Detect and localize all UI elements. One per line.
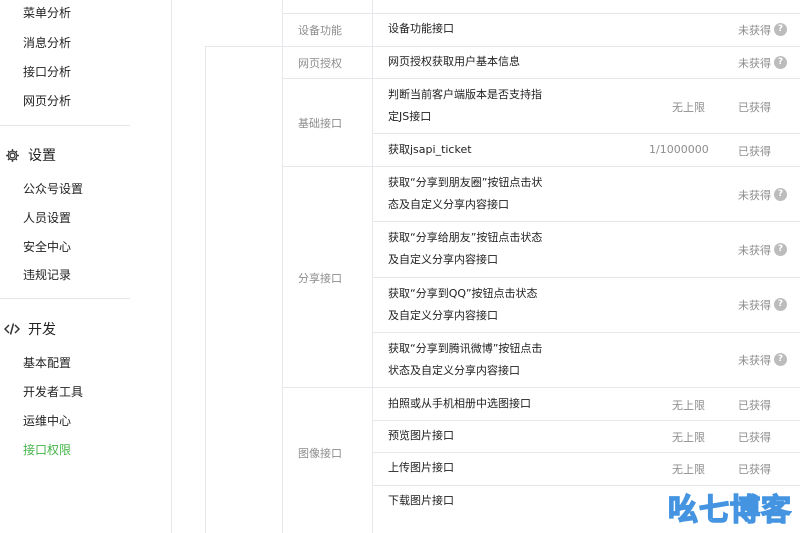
- table-border: [205, 46, 206, 533]
- row-divider: [372, 277, 800, 278]
- api-permission-table: 设备功能 设备功能接口 未获得 ? 网页授权 网页授权获取用户基本信息 未获得 …: [172, 0, 800, 533]
- status-text: 已获得: [738, 463, 771, 476]
- api-name: 获取“分享到QQ”按钮点击状态 及自定义分享内容接口: [388, 287, 538, 322]
- category-image: 图像接口: [298, 447, 342, 460]
- api-name: 设备功能接口: [388, 22, 454, 35]
- api-name: 网页授权获取用户基本信息: [388, 55, 520, 68]
- row-divider: [372, 332, 800, 333]
- nav-api-analysis[interactable]: 接口分析: [23, 63, 71, 80]
- develop-label: 开发: [28, 322, 56, 338]
- watermark-logo: 吆七博客: [667, 492, 792, 529]
- status-text: 已获得: [738, 101, 771, 114]
- develop-section-header[interactable]: 开发: [4, 319, 56, 339]
- row-divider: [282, 13, 800, 14]
- settings-label: 设置: [28, 148, 56, 164]
- api-name: 获取“分享到朋友圈”按钮点击状 态及自定义分享内容接口: [388, 176, 543, 211]
- table-border: [372, 0, 373, 533]
- nav-ops-center[interactable]: 运维中心: [23, 412, 71, 429]
- api-name: 获取jsapi_ticket: [388, 143, 472, 156]
- status-text: 未获得: [738, 354, 771, 367]
- help-icon[interactable]: ?: [774, 298, 787, 311]
- help-icon[interactable]: ?: [774, 23, 787, 36]
- status-text: 未获得: [738, 189, 771, 202]
- limit-text: 无上限: [672, 101, 705, 114]
- divider: [0, 298, 130, 299]
- nav-account-settings[interactable]: 公众号设置: [23, 180, 83, 197]
- gear-icon: [4, 147, 20, 163]
- nav-message-analysis[interactable]: 消息分析: [23, 34, 71, 51]
- help-icon[interactable]: ?: [774, 353, 787, 366]
- row-divider: [372, 420, 800, 421]
- code-icon: [4, 321, 20, 337]
- category-basic: 基础接口: [298, 117, 342, 130]
- status-text: 未获得: [738, 24, 771, 37]
- table-border: [282, 0, 283, 533]
- row-divider: [282, 387, 800, 388]
- row-divider: [282, 166, 800, 167]
- limit-text: 1/1000000: [649, 143, 709, 156]
- limit-text: 无上限: [672, 431, 705, 444]
- row-divider: [282, 78, 800, 79]
- status-text: 未获得: [738, 57, 771, 70]
- category-device: 设备功能: [298, 24, 342, 37]
- status-text: 已获得: [738, 399, 771, 412]
- status-text: 未获得: [738, 299, 771, 312]
- nav-basic-config[interactable]: 基本配置: [23, 354, 71, 371]
- sidebar: 菜单分析 消息分析 接口分析 网页分析 设置 公众号设置 人员设置 安全中心 违…: [0, 0, 172, 533]
- api-name: 上传图片接口: [388, 461, 454, 474]
- row-divider: [372, 221, 800, 222]
- limit-text: 无上限: [672, 463, 705, 476]
- nav-menu-analysis[interactable]: 菜单分析: [23, 4, 71, 21]
- nav-web-analysis[interactable]: 网页分析: [23, 92, 71, 109]
- api-name: 获取“分享到腾讯微博”按钮点击 状态及自定义分享内容接口: [388, 342, 543, 377]
- api-name: 预览图片接口: [388, 429, 454, 442]
- nav-violation-records[interactable]: 违规记录: [23, 266, 71, 283]
- help-icon[interactable]: ?: [774, 243, 787, 256]
- nav-security-center[interactable]: 安全中心: [23, 238, 71, 255]
- divider: [0, 125, 130, 126]
- settings-section-header[interactable]: 设置: [4, 145, 56, 165]
- row-divider: [205, 46, 800, 47]
- api-name: 获取“分享给朋友”按钮点击状态 及自定义分享内容接口: [388, 231, 543, 266]
- nav-api-permissions[interactable]: 接口权限: [23, 441, 71, 458]
- status-text: 已获得: [738, 145, 771, 158]
- status-text: 未获得: [738, 244, 771, 257]
- category-web-auth: 网页授权: [298, 57, 342, 70]
- api-name: 判断当前客户端版本是否支持指 定JS接口: [388, 88, 542, 123]
- api-name: 拍照或从手机相册中选图接口: [388, 397, 531, 410]
- help-icon[interactable]: ?: [774, 56, 787, 69]
- nav-member-settings[interactable]: 人员设置: [23, 209, 71, 226]
- category-share: 分享接口: [298, 272, 342, 285]
- row-divider: [372, 452, 800, 453]
- status-text: 已获得: [738, 431, 771, 444]
- limit-text: 无上限: [672, 399, 705, 412]
- help-icon[interactable]: ?: [774, 188, 787, 201]
- nav-developer-tools[interactable]: 开发者工具: [23, 383, 83, 400]
- row-divider: [372, 133, 800, 134]
- api-name: 下载图片接口: [388, 494, 454, 507]
